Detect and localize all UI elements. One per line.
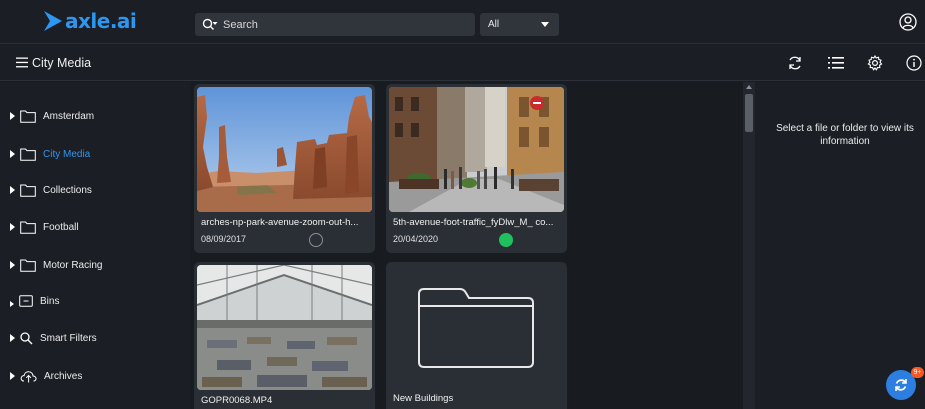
cloud-upload-icon	[20, 370, 37, 383]
folder-icon	[20, 184, 36, 197]
info-button[interactable]	[905, 54, 923, 72]
sidebar-item-label: City Media	[43, 148, 91, 160]
expand-arrow-icon[interactable]	[10, 223, 15, 231]
info-placeholder-text: Select a file or folder to view its info…	[776, 123, 914, 147]
expand-arrow-icon[interactable]	[10, 301, 14, 307]
expand-arrow-icon[interactable]	[10, 112, 15, 120]
expand-arrow-icon[interactable]	[10, 334, 15, 342]
sync-icon	[895, 379, 907, 391]
top-bar: axle.ai All	[0, 0, 925, 44]
media-card-title: 5th-avenue-foot-traffic_fyDlw_M_ co...	[393, 217, 554, 228]
info-panel: Select a file or folder to view its info…	[755, 82, 925, 409]
expand-arrow-icon[interactable]	[10, 372, 15, 380]
info-icon	[906, 55, 922, 71]
scroll-thumb[interactable]	[745, 94, 753, 132]
status-indicator-empty	[309, 233, 323, 247]
logo[interactable]: axle.ai	[42, 9, 137, 33]
folder-icon	[20, 221, 36, 234]
refresh-icon	[789, 56, 801, 70]
sidebar-item-label: Smart Filters	[40, 332, 97, 344]
sidebar-item-motor-racing[interactable]: Motor Racing	[10, 255, 102, 275]
current-location-title: City Media	[32, 56, 92, 70]
expand-arrow-icon[interactable]	[10, 150, 15, 158]
search-input[interactable]	[223, 18, 453, 31]
expand-arrow-icon[interactable]	[10, 261, 15, 269]
sidebar-item-city-media[interactable]: City Media	[10, 144, 90, 164]
media-card-title: arches-np-park-avenue-zoom-out-h...	[201, 217, 359, 228]
sidebar-item-label: Motor Racing	[43, 259, 103, 271]
settings-button[interactable]	[866, 54, 884, 72]
hamburger-menu-icon[interactable]	[16, 57, 28, 68]
folder-icon	[418, 288, 534, 368]
media-card[interactable]: GOPR0068.MP4	[194, 262, 375, 409]
folder-sidebar: Amsterdam City Media Collections Footbal…	[0, 82, 190, 409]
bin-icon	[19, 295, 33, 307]
media-grid: arches-np-park-avenue-zoom-out-h... 08/0…	[190, 82, 743, 409]
sidebar-item-bins[interactable]: Bins	[10, 291, 59, 311]
media-card[interactable]: 5th-avenue-foot-traffic_fyDlw_M_ co... 2…	[386, 84, 567, 253]
folder-card-title: New Buildings	[393, 393, 454, 404]
sidebar-item-archives[interactable]: Archives	[10, 366, 82, 386]
logo-text: axle.ai	[65, 9, 137, 33]
search-scope-select[interactable]: All	[480, 13, 559, 36]
media-thumbnail	[197, 265, 372, 390]
media-thumbnail	[389, 87, 564, 212]
sidebar-item-smart-filters[interactable]: Smart Filters	[10, 328, 97, 348]
expand-arrow-icon[interactable]	[10, 186, 15, 194]
list-view-icon	[828, 57, 844, 69]
sidebar-item-label: Football	[43, 221, 79, 233]
logo-arrow-icon	[44, 11, 62, 31]
sidebar-item-amsterdam[interactable]: Amsterdam	[10, 106, 94, 126]
folder-card[interactable]: New Buildings	[386, 262, 567, 409]
refresh-button[interactable]	[786, 54, 804, 72]
search-box[interactable]	[195, 13, 475, 36]
location-bar: City Media	[0, 45, 925, 81]
chevron-down-icon	[541, 22, 549, 27]
folder-icon	[20, 148, 36, 161]
search-icon	[20, 331, 33, 345]
search-scope-value: All	[488, 19, 500, 30]
status-indicator-online	[499, 233, 513, 247]
media-card-title: GOPR0068.MP4	[201, 395, 273, 406]
sidebar-item-collections[interactable]: Collections	[10, 180, 92, 200]
sidebar-item-label: Archives	[44, 370, 83, 382]
scroll-up-arrow-icon[interactable]	[746, 85, 752, 89]
sidebar-item-label: Amsterdam	[43, 110, 95, 122]
folder-icon	[20, 259, 36, 272]
gear-icon	[867, 55, 883, 71]
media-card-date: 20/04/2020	[393, 234, 439, 244]
sidebar-item-label: Collections	[43, 184, 92, 196]
notification-badge: 9+	[911, 367, 924, 378]
list-view-button[interactable]	[827, 54, 845, 72]
media-thumbnail	[197, 87, 372, 212]
vertical-scrollbar[interactable]	[743, 82, 755, 409]
sidebar-item-football[interactable]: Football	[10, 217, 79, 237]
media-card[interactable]: arches-np-park-avenue-zoom-out-h... 08/0…	[194, 84, 375, 253]
user-account-icon[interactable]	[899, 13, 917, 31]
media-card-date: 08/09/2017	[201, 234, 247, 244]
folder-icon	[20, 110, 36, 123]
sidebar-item-label: Bins	[40, 295, 60, 307]
search-filter-icon	[202, 18, 218, 30]
